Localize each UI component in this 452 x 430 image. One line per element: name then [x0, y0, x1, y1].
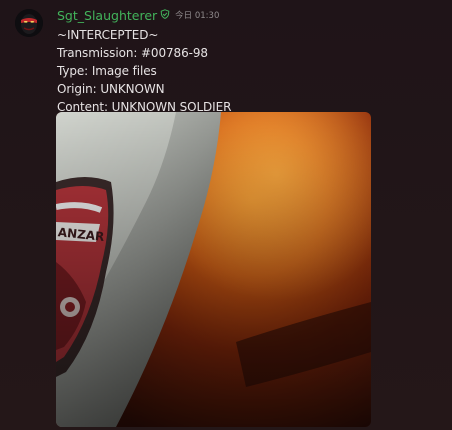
shield-icon: [160, 8, 170, 24]
message-header: Sgt_Slaughterer 今日 01:30: [57, 9, 219, 23]
masked-face-icon: [15, 9, 43, 37]
message-line-transmission: Transmission: #00786-98: [57, 46, 208, 60]
chat-message: Sgt_Slaughterer 今日 01:30 ~INTERCEPTED~ T…: [0, 0, 452, 430]
attachment-image: ANZAR: [56, 112, 371, 427]
message-content: ~INTERCEPTED~ Transmission: #00786-98 Ty…: [57, 26, 231, 116]
image-attachment[interactable]: ANZAR: [56, 112, 371, 427]
message-line-type: Type: Image files: [57, 64, 157, 78]
message-line-origin: Origin: UNKNOWN: [57, 82, 165, 96]
message-line-header: ~INTERCEPTED~: [57, 28, 159, 42]
message-timestamp: 今日 01:30: [175, 11, 220, 21]
username[interactable]: Sgt_Slaughterer: [57, 9, 157, 23]
user-avatar[interactable]: [15, 9, 43, 37]
